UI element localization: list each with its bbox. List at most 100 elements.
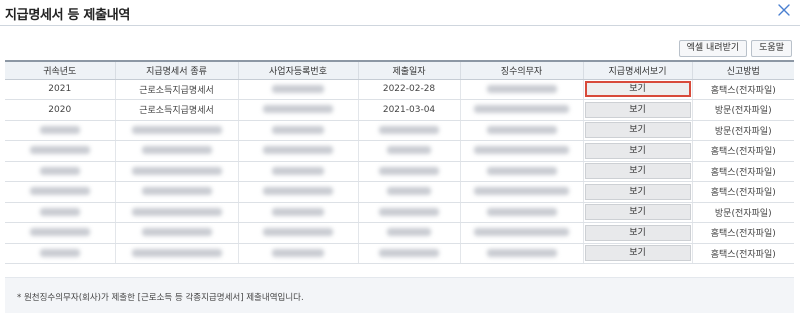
redacted-value — [474, 146, 569, 155]
cell-date — [357, 202, 460, 223]
cell-biz-no — [237, 120, 358, 141]
cell-view: 보기 — [582, 243, 692, 264]
cell-date: 2022-02-28 — [357, 79, 460, 100]
dialog-header: 지급명세서 등 제출내역 — [0, 0, 800, 26]
table-header-row: 귀속년도 지급명세서 종류 사업자등록번호 제출일자 징수의무자 지급명세서보기… — [5, 60, 794, 80]
cell-view: 보기 — [582, 202, 692, 223]
cell-payer — [459, 161, 583, 182]
redacted-value — [29, 187, 90, 196]
redacted-value — [29, 228, 90, 237]
cell-view: 보기 — [582, 79, 692, 100]
redacted-value — [272, 248, 324, 257]
cell-type — [114, 161, 238, 182]
view-button[interactable]: 보기 — [584, 245, 691, 262]
cell-biz-no — [237, 181, 358, 203]
redacted-value — [474, 105, 569, 114]
redacted-value — [29, 146, 90, 155]
cell-biz-no — [237, 222, 358, 244]
redacted-value — [131, 125, 222, 134]
redacted-value — [39, 248, 80, 257]
cell-year: 2021 — [5, 79, 115, 100]
redacted-value — [387, 187, 431, 196]
header-type[interactable]: 지급명세서 종류 — [114, 60, 238, 80]
cell-date — [357, 120, 460, 141]
view-button[interactable]: 보기 — [584, 81, 691, 98]
cell-year — [5, 161, 115, 182]
table-row: 보기 홈택스(전자파일) — [5, 140, 794, 162]
redacted-value — [486, 207, 557, 216]
cell-date — [357, 140, 460, 162]
cell-view: 보기 — [582, 161, 692, 182]
table-row: 보기 방문(전자파일) — [5, 120, 794, 141]
cell-payer — [459, 243, 583, 264]
view-button[interactable]: 보기 — [584, 204, 691, 221]
cell-view: 보기 — [582, 181, 692, 203]
cell-type — [114, 202, 238, 223]
cell-method: 방문(전자파일) — [691, 99, 794, 121]
cell-payer — [459, 99, 583, 121]
cell-method: 홈택스(전자파일) — [691, 161, 794, 182]
toolbar: 엑셀 내려받기 도움말 — [678, 40, 792, 57]
excel-download-button[interactable]: 엑셀 내려받기 — [678, 40, 748, 57]
header-biz-no[interactable]: 사업자등록번호 — [237, 60, 358, 80]
view-button[interactable]: 보기 — [584, 101, 691, 118]
cell-biz-no — [237, 202, 358, 223]
cell-method: 홈택스(전자파일) — [691, 222, 794, 244]
notice-text: * 원천징수의무자(회사)가 제출한 [근로소득 등 각종지급명세서] 제출내역… — [17, 293, 304, 303]
header-view[interactable]: 지급명세서보기 — [582, 60, 692, 80]
redacted-value — [379, 125, 439, 134]
cell-method: 홈택스(전자파일) — [691, 79, 794, 100]
redacted-value — [141, 228, 212, 237]
table-row: 보기 홈택스(전자파일) — [5, 161, 794, 182]
redacted-value — [263, 187, 333, 196]
redacted-value — [486, 125, 557, 134]
cell-date — [357, 243, 460, 264]
table-row: 보기 홈택스(전자파일) — [5, 243, 794, 264]
redacted-value — [272, 207, 324, 216]
redacted-value — [474, 187, 569, 196]
redacted-value — [387, 146, 431, 155]
cell-method: 홈택스(전자파일) — [691, 181, 794, 203]
view-button[interactable]: 보기 — [584, 183, 691, 200]
cell-date — [357, 222, 460, 244]
redacted-value — [379, 248, 439, 257]
cell-type: 근로소득지급명세서 — [114, 99, 238, 121]
table-row: 2020 근로소득지급명세서 2021-03-04 보기 방문(전자파일) — [5, 99, 794, 121]
redacted-value — [131, 248, 222, 257]
cell-year — [5, 120, 115, 141]
close-icon — [778, 4, 790, 16]
help-button[interactable]: 도움말 — [751, 40, 792, 57]
cell-biz-no — [237, 99, 358, 121]
redacted-value — [263, 105, 333, 114]
dialog-title: 지급명세서 등 제출내역 — [5, 8, 131, 23]
cell-year: 2020 — [5, 99, 115, 121]
header-payer[interactable]: 징수의무자 — [459, 60, 583, 80]
cell-type — [114, 222, 238, 244]
redacted-value — [387, 228, 431, 237]
cell-date: 2021-03-04 — [357, 99, 460, 121]
cell-biz-no — [237, 140, 358, 162]
view-button[interactable]: 보기 — [584, 122, 691, 139]
redacted-value — [141, 146, 212, 155]
cell-biz-no — [237, 161, 358, 182]
submission-table: 귀속년도 지급명세서 종류 사업자등록번호 제출일자 징수의무자 지급명세서보기… — [5, 60, 794, 264]
header-year[interactable]: 귀속년도 — [5, 60, 115, 80]
redacted-value — [39, 166, 80, 175]
cell-year — [5, 202, 115, 223]
header-date[interactable]: 제출일자 — [357, 60, 460, 80]
cell-view: 보기 — [582, 140, 692, 162]
close-button[interactable] — [776, 2, 792, 18]
view-button[interactable]: 보기 — [584, 142, 691, 159]
view-button[interactable]: 보기 — [584, 224, 691, 241]
table-row: 보기 홈택스(전자파일) — [5, 181, 794, 203]
redacted-value — [131, 166, 222, 175]
cell-payer — [459, 120, 583, 141]
view-button[interactable]: 보기 — [584, 163, 691, 180]
cell-method: 홈택스(전자파일) — [691, 140, 794, 162]
redacted-value — [474, 228, 569, 237]
header-method[interactable]: 신고방법 — [691, 60, 794, 80]
cell-date — [357, 161, 460, 182]
cell-type — [114, 120, 238, 141]
cell-type: 근로소득지급명세서 — [114, 79, 238, 100]
table-row: 보기 홈택스(전자파일) — [5, 222, 794, 244]
